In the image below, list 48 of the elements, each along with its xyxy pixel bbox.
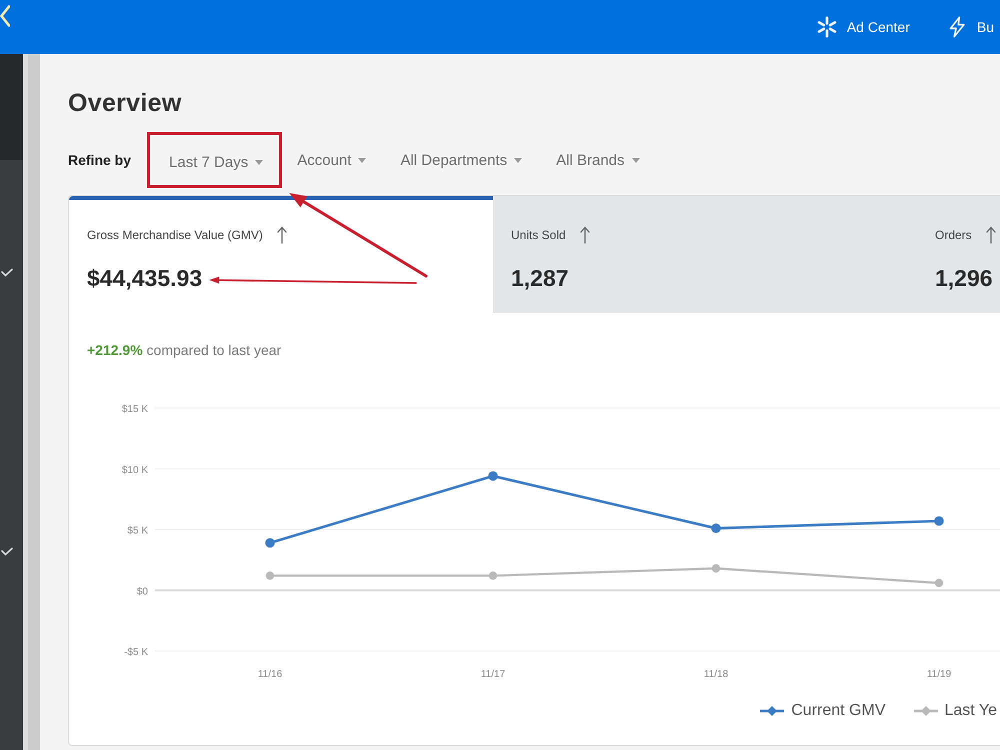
data-point <box>266 571 274 580</box>
data-point <box>712 564 720 573</box>
arrow-up-icon <box>580 226 590 244</box>
caret-down-icon <box>255 160 264 165</box>
arrow-up-icon <box>276 226 287 244</box>
nav-link[interactable]: Bu <box>946 16 994 38</box>
chevron-left-icon[interactable] <box>0 5 10 27</box>
filter-dropdown[interactable]: All Brands <box>556 152 640 168</box>
x-axis-label: 11/16 <box>258 669 282 680</box>
metric-value: 1,296 <box>935 264 993 292</box>
check-icon[interactable] <box>1 547 13 556</box>
scrollbar[interactable] <box>23 54 40 750</box>
y-axis-label: $5 K <box>127 526 148 536</box>
data-point <box>711 523 721 534</box>
page-title: Overview <box>68 88 183 118</box>
check-icon[interactable] <box>1 268 13 277</box>
y-axis-label: $15 K <box>122 404 148 415</box>
filter-dropdown[interactable]: All Departments <box>400 152 522 168</box>
data-point <box>934 578 944 588</box>
metric-label: Units Sold <box>511 228 566 242</box>
y-axis-label: $10 K <box>122 464 148 476</box>
metric-card[interactable]: Orders 1,296 <box>917 196 1000 313</box>
metric-label: Orders <box>935 228 972 242</box>
filter-dropdown[interactable]: Account <box>297 152 366 168</box>
caret-down-icon <box>358 158 366 162</box>
data-point <box>488 571 498 580</box>
metric-card[interactable]: Units Sold 1,287 <box>493 196 917 313</box>
data-point <box>488 471 498 481</box>
arrow-up-icon <box>986 226 996 244</box>
x-axis-label: 11/17 <box>480 669 506 680</box>
metric-value: 1,287 <box>511 264 569 292</box>
legend-label: Last Ye <box>944 702 997 720</box>
x-axis-label: 11/18 <box>704 669 728 680</box>
caret-down-icon <box>514 158 522 162</box>
refine-label: Refine by <box>68 152 132 168</box>
filter-dropdown[interactable]: Last 7 Days <box>147 132 282 188</box>
data-point <box>265 538 275 548</box>
caret-down-icon <box>632 158 640 162</box>
y-axis-label: $0 <box>136 586 148 598</box>
nav-link[interactable]: Ad Center <box>816 16 910 38</box>
data-point <box>934 516 944 526</box>
comparison-text: +212.9% compared to last year <box>86 341 282 360</box>
y-axis-label: -$5 K <box>124 647 148 658</box>
x-axis-label: 11/19 <box>926 669 952 680</box>
legend-label: Current GMV <box>791 702 886 720</box>
spark-icon <box>816 16 838 38</box>
metric-value: $44,435.93 <box>87 264 202 292</box>
metric-label: Gross Merchandise Value (GMV) <box>87 228 263 242</box>
